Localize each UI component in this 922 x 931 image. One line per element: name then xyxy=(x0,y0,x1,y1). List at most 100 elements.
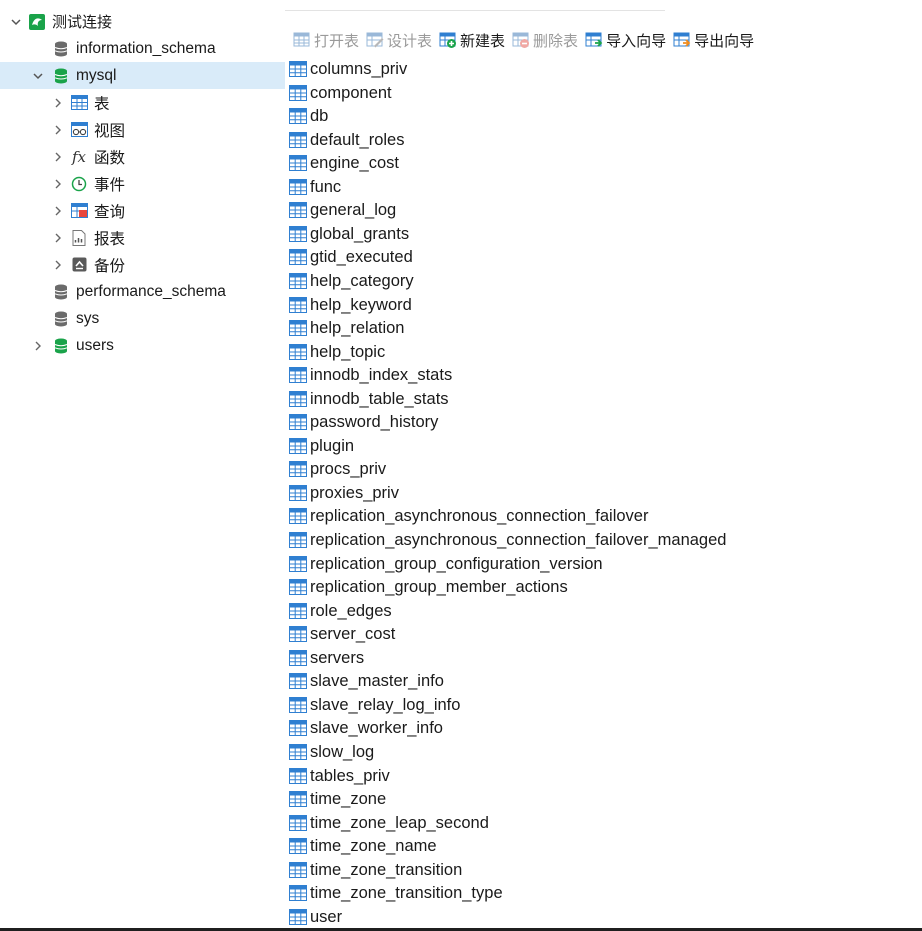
tree-db-information-schema[interactable]: information_schema xyxy=(0,35,285,62)
table-list-item[interactable]: time_zone_leap_second xyxy=(289,812,489,835)
table-name: replication_group_configuration_version xyxy=(310,554,603,573)
table-name: replication_asynchronous_connection_fail… xyxy=(310,531,727,549)
table-list-item[interactable]: role_edges xyxy=(289,600,392,623)
open-table-button[interactable]: 打开表 xyxy=(293,30,359,51)
table-icon xyxy=(289,838,309,855)
table-list-item[interactable]: slave_relay_log_info xyxy=(289,694,460,717)
tree-node-functions[interactable]: fx 函数 xyxy=(0,143,285,170)
table-list-item[interactable]: user xyxy=(289,906,342,929)
table-name: time_zone_leap_second xyxy=(310,813,489,832)
table-list-item[interactable]: general_log xyxy=(289,199,396,222)
tree-db-performance-schema[interactable]: performance_schema xyxy=(0,278,285,305)
table-icon xyxy=(289,296,309,314)
chevron-right-icon[interactable] xyxy=(50,232,66,244)
table-list-item[interactable]: server_cost xyxy=(289,623,395,646)
table-icon xyxy=(289,155,309,172)
table-icon xyxy=(289,390,309,408)
table-icon xyxy=(289,61,309,78)
tree-node-queries[interactable]: 查询 xyxy=(0,197,285,224)
table-icon xyxy=(289,720,309,737)
table-icon xyxy=(289,861,309,879)
new-table-button[interactable]: 新建表 xyxy=(439,30,505,51)
tree-node-tables[interactable]: 表 xyxy=(0,89,285,116)
table-list-item[interactable]: gtid_executed xyxy=(289,246,413,269)
table-list-item[interactable]: procs_priv xyxy=(289,458,386,481)
table-name: user xyxy=(310,907,343,926)
chevron-right-icon[interactable] xyxy=(50,178,66,190)
table-list-item[interactable]: proxies_priv xyxy=(289,482,399,505)
table-icon xyxy=(289,84,309,102)
tree-connection[interactable]: 测试连接 xyxy=(0,8,285,35)
table-list-item[interactable]: time_zone_name xyxy=(289,835,437,858)
chevron-right-icon[interactable] xyxy=(50,259,66,271)
import-wizard-button[interactable]: 导入向导 xyxy=(585,30,666,51)
table-list-item[interactable]: global_grants xyxy=(289,223,409,246)
table-list-item[interactable]: time_zone_transition xyxy=(289,859,462,882)
table-name: component xyxy=(310,83,392,102)
table-list-item[interactable]: engine_cost xyxy=(289,152,399,175)
database-icon xyxy=(52,67,70,85)
table-list-item[interactable]: innodb_table_stats xyxy=(289,388,449,411)
table-list-item[interactable]: servers xyxy=(289,647,364,670)
table-list-item[interactable]: db xyxy=(289,105,328,128)
chevron-right-icon[interactable] xyxy=(50,151,66,163)
chevron-right-icon[interactable] xyxy=(50,124,66,136)
table-list-item[interactable]: slave_worker_info xyxy=(289,717,443,740)
table-list-item[interactable]: replication_asynchronous_connection_fail… xyxy=(289,529,726,552)
table-name: engine_cost xyxy=(310,154,399,173)
table-list-item[interactable]: innodb_index_stats xyxy=(289,364,452,387)
delete-table-icon xyxy=(512,31,530,49)
table-list-item[interactable]: time_zone_transition_type xyxy=(289,882,503,905)
tree-node-reports[interactable]: 报表 xyxy=(0,224,285,251)
delete-table-button[interactable]: 删除表 xyxy=(512,30,578,51)
chevron-down-icon[interactable] xyxy=(30,70,46,82)
tree-db-sys[interactable]: sys xyxy=(0,305,285,332)
table-list-item[interactable]: slow_log xyxy=(289,741,374,764)
table-list-item[interactable]: columns_priv xyxy=(289,58,407,81)
table-list-item[interactable]: component xyxy=(289,82,392,105)
tree-node-backups[interactable]: 备份 xyxy=(0,251,285,278)
table-icon xyxy=(289,602,309,620)
table-list-item[interactable]: slave_master_info xyxy=(289,670,444,693)
table-name: servers xyxy=(310,648,365,667)
table-list-item[interactable]: func xyxy=(289,176,341,199)
table-name: general_log xyxy=(310,201,397,220)
table-list-item[interactable]: default_roles xyxy=(289,129,404,152)
table-list-item[interactable]: time_zone xyxy=(289,788,386,811)
query-icon xyxy=(70,202,88,220)
table-name: slave_worker_info xyxy=(310,719,443,738)
table-list-item[interactable]: help_relation xyxy=(289,317,405,340)
table-icon xyxy=(289,791,309,808)
table-list-item[interactable]: help_category xyxy=(289,270,414,293)
table-list-item[interactable]: plugin xyxy=(289,435,354,458)
tree-db-users[interactable]: users xyxy=(0,332,285,359)
table-icon xyxy=(289,696,309,714)
table-name: role_edges xyxy=(310,601,392,620)
table-list-item[interactable]: help_topic xyxy=(289,341,385,364)
chevron-down-icon[interactable] xyxy=(8,16,24,28)
chevron-right-icon[interactable] xyxy=(50,97,66,109)
tree-db-mysql[interactable]: mysql xyxy=(0,62,285,89)
table-list-item[interactable]: help_keyword xyxy=(289,294,412,317)
design-table-button[interactable]: 设计表 xyxy=(366,30,432,51)
table-list-item[interactable]: replication_group_configuration_version xyxy=(289,553,603,576)
table-icon xyxy=(289,320,309,337)
table-list-item[interactable]: tables_priv xyxy=(289,765,390,788)
chevron-right-icon[interactable] xyxy=(50,205,66,217)
database-icon xyxy=(52,40,70,58)
table-list-item[interactable]: replication_group_member_actions xyxy=(289,576,568,599)
table-list-item[interactable]: password_history xyxy=(289,411,438,434)
database-label: mysql xyxy=(76,66,117,84)
tree-node-events[interactable]: 事件 xyxy=(0,170,285,197)
table-icon xyxy=(289,484,309,502)
database-label: performance_schema xyxy=(76,282,226,300)
table-list-item[interactable]: replication_asynchronous_connection_fail… xyxy=(289,505,648,528)
chevron-right-icon[interactable] xyxy=(30,340,46,352)
tree-node-label: 备份 xyxy=(94,257,126,275)
table-icon xyxy=(289,579,309,596)
table-name: global_grants xyxy=(310,224,410,243)
tree-node-views[interactable]: 视图 xyxy=(0,116,285,143)
table-name: innodb_index_stats xyxy=(310,366,453,385)
export-wizard-button[interactable]: 导出向导 xyxy=(673,30,754,51)
view-icon xyxy=(70,121,88,139)
